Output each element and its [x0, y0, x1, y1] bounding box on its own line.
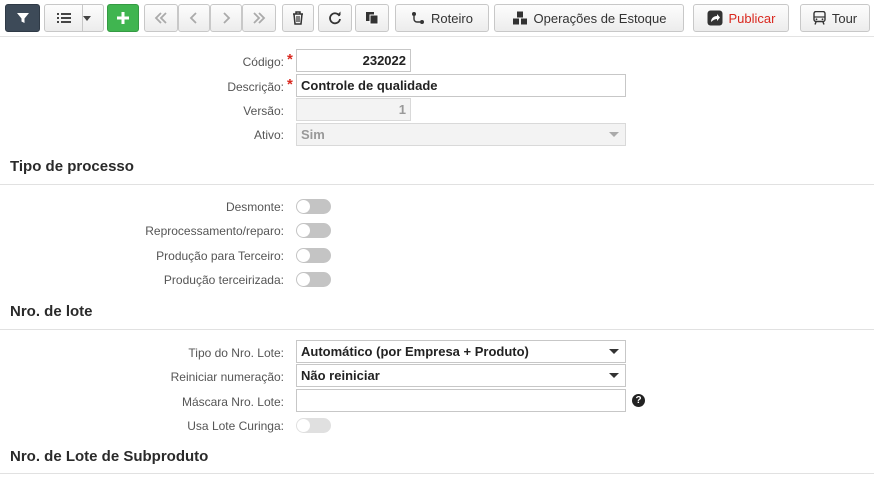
- producao-terceiro-toggle[interactable]: [296, 248, 331, 263]
- filter-icon: [16, 11, 30, 25]
- double-chevron-left-icon: [154, 12, 168, 24]
- producao-terceirizada-label: Produção terceirizada:: [163, 273, 284, 287]
- operacoes-estoque-label: Operações de Estoque: [533, 10, 667, 26]
- reprocessamento-toggle[interactable]: [296, 223, 331, 238]
- section-title-nro-lote: Nro. de lote: [10, 303, 93, 320]
- divider: [82, 4, 83, 32]
- section-title-lote-subproduto: Nro. de Lote de Subproduto: [10, 448, 209, 465]
- publicar-button[interactable]: Publicar: [693, 4, 789, 32]
- chevron-right-icon: [221, 12, 231, 24]
- ativo-label: Ativo:: [253, 128, 284, 142]
- tipo-lote-select[interactable]: Automático (por Empresa + Produto): [296, 340, 626, 363]
- next-record-button[interactable]: [210, 4, 242, 32]
- last-record-button[interactable]: [242, 4, 276, 32]
- operacoes-estoque-button[interactable]: Operações de Estoque: [494, 4, 684, 32]
- help-icon[interactable]: ?: [632, 394, 645, 407]
- ativo-value: Sim: [301, 127, 325, 142]
- chevron-down-icon: [609, 349, 619, 354]
- reiniciar-label: Reiniciar numeração:: [170, 370, 284, 384]
- copy-icon: [365, 11, 379, 25]
- section-divider: [0, 473, 874, 474]
- list-icon: [57, 12, 71, 24]
- reprocessamento-label: Reprocessamento/reparo:: [145, 224, 284, 238]
- reiniciar-select[interactable]: Não reiniciar: [296, 364, 626, 387]
- chevron-down-icon: [609, 132, 619, 137]
- curinga-label: Usa Lote Curinga:: [187, 419, 284, 433]
- add-button[interactable]: [107, 4, 139, 32]
- bus-icon: [813, 11, 826, 25]
- tipo-lote-value: Automático (por Empresa + Produto): [301, 344, 529, 359]
- codigo-input[interactable]: 232022: [296, 49, 411, 72]
- list-menu-button[interactable]: [44, 4, 104, 32]
- plus-icon: [116, 11, 130, 25]
- reiniciar-value: Não reiniciar: [301, 368, 380, 383]
- chevron-down-icon: [83, 15, 91, 21]
- section-divider: [0, 329, 874, 330]
- descricao-input[interactable]: Controle de qualidade: [296, 74, 626, 97]
- toolbar-divider: [0, 36, 874, 37]
- desmonte-toggle[interactable]: [296, 199, 331, 214]
- section-divider: [0, 184, 874, 185]
- filter-button[interactable]: [5, 4, 40, 32]
- mascara-label: Máscara Nro. Lote:: [181, 395, 284, 409]
- route-icon: [411, 11, 425, 25]
- descricao-label: Descrição:: [227, 80, 284, 94]
- tour-button[interactable]: Tour: [800, 4, 870, 32]
- share-icon: [707, 10, 723, 26]
- chevron-left-icon: [189, 12, 199, 24]
- boxes-icon: [512, 11, 528, 25]
- section-title-tipo-processo: Tipo de processo: [10, 158, 134, 175]
- required-asterisk: *: [287, 76, 293, 93]
- ativo-select: Sim: [296, 123, 626, 146]
- copy-button[interactable]: [355, 4, 389, 32]
- previous-record-button[interactable]: [178, 4, 210, 32]
- tipo-lote-label: Tipo do Nro. Lote:: [188, 346, 284, 360]
- producao-terceirizada-toggle[interactable]: [296, 272, 331, 287]
- double-chevron-right-icon: [252, 12, 266, 24]
- tour-label: Tour: [831, 10, 858, 26]
- required-asterisk: *: [287, 51, 293, 68]
- curinga-toggle: [296, 418, 331, 433]
- roteiro-button[interactable]: Roteiro: [395, 4, 489, 32]
- codigo-label: Código:: [242, 55, 284, 69]
- publicar-label: Publicar: [728, 10, 776, 26]
- chevron-down-icon: [609, 373, 619, 378]
- delete-button[interactable]: [282, 4, 314, 32]
- first-record-button[interactable]: [144, 4, 178, 32]
- desmonte-label: Desmonte:: [225, 200, 284, 214]
- toolbar: Roteiro Operações de Estoque Publicar To…: [0, 0, 874, 36]
- refresh-button[interactable]: [318, 4, 352, 32]
- versao-input: 1: [296, 98, 411, 121]
- mascara-input[interactable]: [296, 389, 626, 412]
- producao-terceiro-label: Produção para Terceiro:: [156, 249, 284, 263]
- refresh-icon: [328, 11, 342, 25]
- trash-icon: [292, 11, 304, 25]
- roteiro-label: Roteiro: [431, 10, 473, 26]
- versao-label: Versão:: [243, 104, 284, 118]
